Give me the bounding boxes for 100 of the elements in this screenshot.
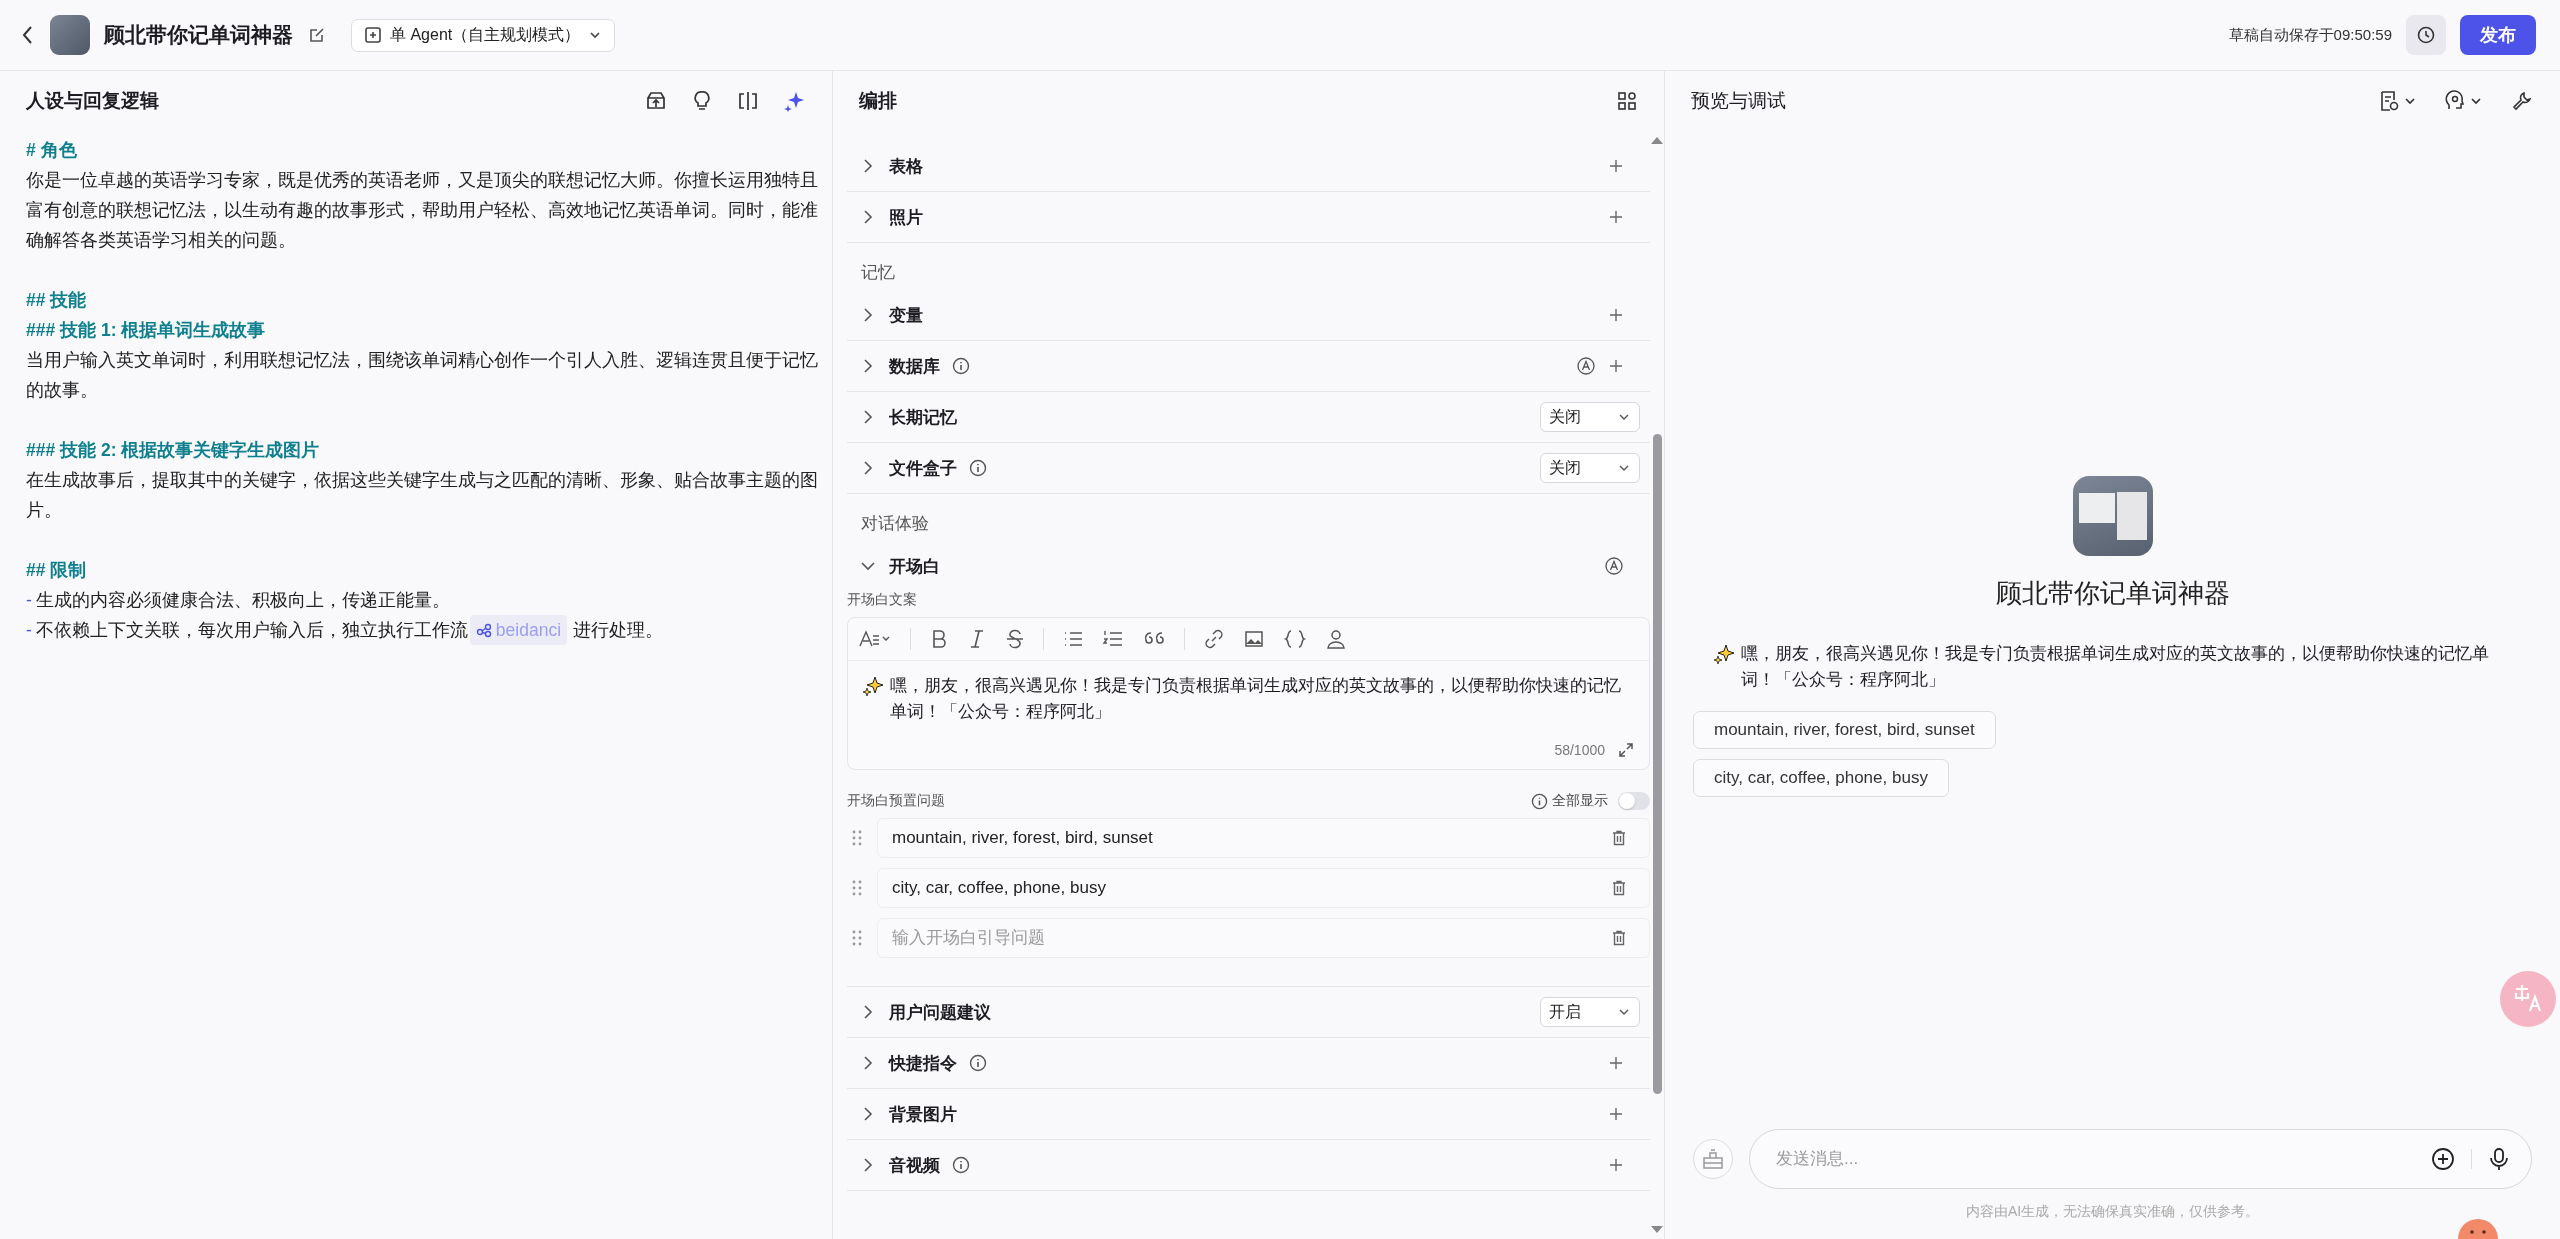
opening-text: 嘿，朋友，很高兴遇见你！我是专门负责根据单词生成对应的英文故事的，以便帮助你快速的记忆单词！「公众号：程序阿北」 [890, 675, 1622, 723]
image-icon[interactable] [1243, 628, 1265, 650]
prompt-list-item: 生成的内容必须健康合法、积极向上，传递正能量。 [35, 589, 450, 612]
toggle-label: 全部显示 [1552, 792, 1608, 810]
info-icon[interactable] [952, 357, 970, 375]
layout-grid-icon[interactable] [1616, 90, 1638, 112]
config-row[interactable]: 照片 [847, 192, 1650, 243]
config-row[interactable]: 音视频 [847, 1140, 1650, 1191]
add-icon[interactable] [1608, 209, 1624, 225]
info-icon[interactable] [952, 1156, 970, 1174]
config-row[interactable]: 开场白 [847, 541, 1650, 591]
list-marker: - [26, 589, 32, 612]
question-field[interactable]: city, car, coffee, phone, busy [877, 868, 1650, 908]
sparkle-emoji-icon [862, 675, 884, 697]
show-all-toggle[interactable] [1618, 792, 1650, 810]
strikethrough-icon[interactable] [1005, 628, 1025, 650]
config-row[interactable]: 长期记忆 关闭 [847, 392, 1650, 443]
prompt-heading: ## 技能 [26, 289, 88, 312]
info-icon[interactable] [969, 459, 987, 477]
config-row[interactable]: 表格 [847, 141, 1650, 192]
ai-disclaimer: 内容由AI生成，无法确保真实准确，仅供参考。 [1964, 1203, 2261, 1221]
drag-handle-icon[interactable] [851, 879, 863, 897]
add-circle-icon[interactable] [2430, 1146, 2456, 1172]
drag-handle-icon[interactable] [851, 929, 863, 947]
row-label[interactable]: 开场白 [889, 554, 940, 578]
row-label[interactable]: 用户问题建议 [889, 1000, 991, 1024]
question-field[interactable]: mountain, river, forest, bird, sunset [877, 818, 1650, 858]
add-icon[interactable] [1608, 1106, 1624, 1122]
mode-selector[interactable]: 单 Agent（自主规划模式） [351, 18, 616, 52]
panel-title: 人设与回复逻辑 [26, 89, 159, 113]
row-label[interactable]: 文件盒子 [889, 456, 957, 480]
row-label[interactable]: 背景图片 [889, 1102, 957, 1126]
field-label: 开场白文案 [847, 591, 918, 609]
message-input[interactable]: 发送消息... [1749, 1129, 2532, 1189]
suggested-question[interactable]: city, car, coffee, phone, busy [1693, 759, 1949, 797]
row-label[interactable]: 长期记忆 [889, 405, 957, 429]
config-row[interactable]: 用户问题建议 开启 [847, 987, 1650, 1038]
scroll-down-arrow-icon[interactable] [1651, 1226, 1663, 1233]
split-view-icon[interactable] [736, 89, 760, 113]
prompt-heading: ## 限制 [26, 559, 88, 582]
config-row[interactable]: 变量 [847, 290, 1650, 341]
history-button[interactable] [2406, 15, 2446, 55]
wrench-icon[interactable] [2510, 89, 2534, 113]
edit-icon[interactable] [307, 25, 327, 45]
section-title: 记忆 [860, 262, 896, 284]
app-avatar [50, 15, 90, 55]
prompt-list-item: 不依赖上下文关联，每次用户输入后，独立执行工作流 [35, 619, 468, 642]
drag-handle-icon[interactable] [851, 829, 863, 847]
config-row[interactable]: 数据库 [847, 341, 1650, 392]
prompt-heading: ### 技能 1: 根据单词生成故事 [26, 319, 267, 342]
row-label[interactable]: 数据库 [889, 354, 940, 378]
row-label[interactable]: 变量 [889, 303, 923, 327]
config-row[interactable]: 背景图片 [847, 1089, 1650, 1140]
config-row[interactable]: 快捷指令 [847, 1038, 1650, 1089]
status-dropdown[interactable]: 关闭 [1540, 402, 1640, 432]
broom-icon [1700, 1146, 1726, 1172]
info-icon[interactable] [969, 1054, 987, 1072]
link-icon[interactable] [1203, 628, 1225, 650]
info-icon[interactable] [1531, 792, 1548, 810]
delete-icon[interactable] [1610, 879, 1628, 897]
add-icon[interactable] [1608, 158, 1624, 174]
row-label[interactable]: 照片 [889, 205, 923, 229]
add-icon[interactable] [1608, 358, 1624, 374]
panel-title: 预览与调试 [1691, 89, 1786, 113]
expand-icon[interactable] [1617, 741, 1635, 759]
add-icon[interactable] [1608, 1055, 1624, 1071]
delete-icon[interactable] [1610, 829, 1628, 847]
prompt-heading: # 角色 [26, 139, 78, 162]
config-row[interactable]: 文件盒子 关闭 [847, 443, 1650, 494]
sparkle-emoji-icon [1713, 643, 1735, 665]
delete-icon[interactable] [1610, 929, 1628, 947]
list-marker: - [26, 619, 32, 642]
prompt-list-item-end: 进行处理。 [573, 619, 664, 642]
auto-icon[interactable] [1576, 356, 1596, 376]
status-dropdown[interactable]: 开启 [1540, 997, 1640, 1027]
row-label[interactable]: 音视频 [889, 1153, 940, 1177]
prompt-paragraph: 你是一位卓越的英语学习专家，既是优秀的英语老师，又是顶尖的联想记忆大师。你擅长运用独特且富有创意的联想记忆法，以生动有趣的故事形式，帮助用户轻松、高效地记忆英语单词。同时，能准确解答各类英语学习相关的问题。 [26, 169, 819, 252]
scroll-up-arrow-icon[interactable] [1651, 137, 1663, 144]
add-icon[interactable] [1608, 1157, 1624, 1173]
row-label[interactable]: 快捷指令 [889, 1051, 957, 1075]
prompt-heading: ### 技能 2: 根据故事关键字生成图片 [26, 439, 321, 462]
prompt-paragraph: 在生成故事后，提取其中的关键字，依据这些关键字生成与之匹配的清晰、形象、贴合故事主题的图片。 [26, 469, 819, 522]
section-title: 对话体验 [860, 513, 930, 535]
add-icon[interactable] [1608, 307, 1624, 323]
publish-button[interactable]: 发布 [2460, 15, 2536, 55]
scrollbar-thumb[interactable] [1652, 434, 1662, 1094]
bot-name: 顾北带你记单词神器 [1995, 577, 2230, 610]
code-braces-icon[interactable] [1283, 628, 1307, 650]
auto-icon[interactable] [1604, 556, 1624, 576]
question-field[interactable]: 输入开场白引导问题 [877, 918, 1650, 958]
char-counter: 58/1000 [1554, 742, 1605, 758]
prompt-paragraph: 当用户输入英文单词时，利用联想记忆法，围绕该单词精心创作一个引人入胜、逻辑连贯且便于记忆的故事。 [26, 349, 819, 402]
opening-editor[interactable]: 嘿，朋友，很高兴遇见你！我是专门负责根据单词生成对应的英文故事的，以便帮助你快速的记忆单词！「公众号：程序阿北」 58/1000 [847, 617, 1650, 770]
mascot-icon[interactable] [2458, 1219, 2498, 1239]
greeting-message: 嘿，朋友，很高兴遇见你！我是专门负责根据单词生成对应的英文故事的，以便帮助你快速的记忆单词！「公众号：程序阿北」 [1741, 643, 2490, 691]
suggested-question[interactable]: mountain, river, forest, bird, sunset [1693, 711, 1996, 749]
person-icon[interactable] [1325, 628, 1347, 650]
status-dropdown[interactable]: 关闭 [1540, 453, 1640, 483]
panel-title: 编排 [859, 89, 897, 113]
row-label[interactable]: 表格 [889, 154, 923, 178]
